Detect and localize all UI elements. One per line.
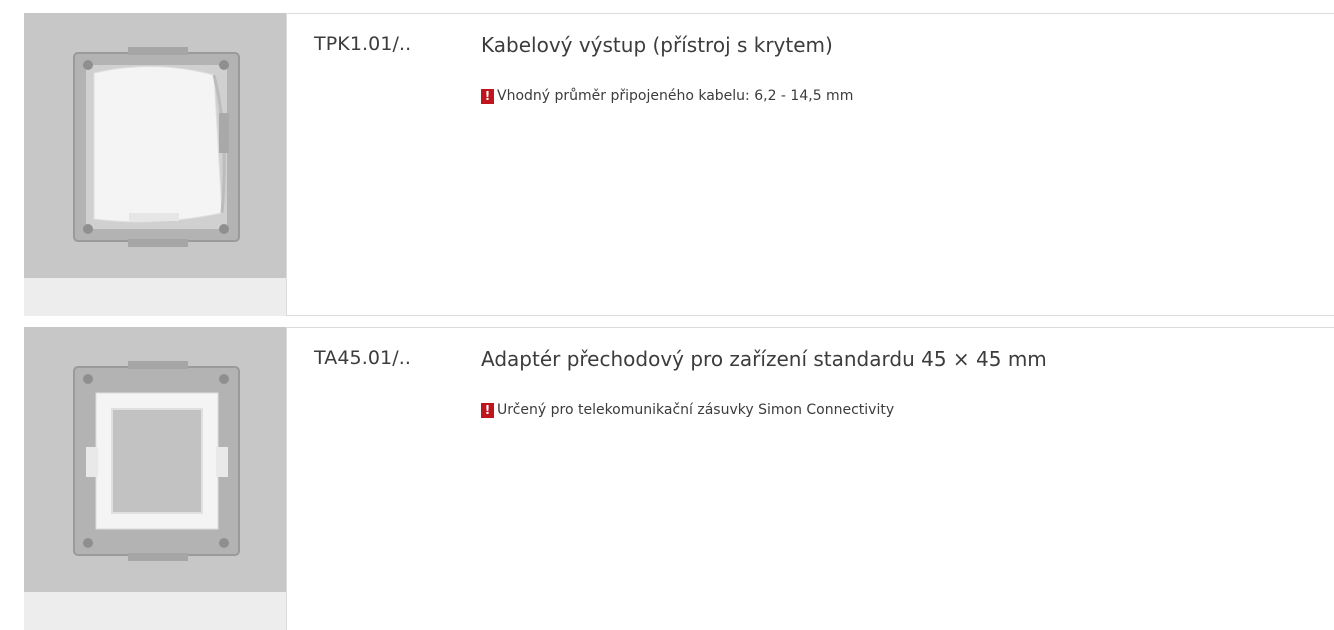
product-code: TPK1.01/..: [314, 33, 412, 55]
product-thumbnail[interactable]: [24, 13, 287, 316]
product-code: TA45.01/..: [314, 347, 412, 369]
warning-icon: !: [481, 402, 494, 418]
product-title[interactable]: Adaptér přechodový pro zařízení standard…: [481, 347, 1047, 371]
divider: [286, 315, 1334, 316]
divider: [286, 13, 287, 316]
divider: [286, 327, 1334, 328]
product-row: TA45.01/.. Adaptér přechodový pro zaříze…: [24, 327, 1334, 630]
product-note: ! Vhodný průměr připojeného kabelu: 6,2 …: [481, 88, 853, 104]
divider: [286, 13, 1334, 14]
product-image-cable-outlet: [24, 13, 286, 278]
product-title[interactable]: Kabelový výstup (přístroj s krytem): [481, 33, 833, 57]
warning-icon: !: [481, 88, 494, 104]
product-note: ! Určený pro telekomunikační zásuvky Sim…: [481, 402, 894, 418]
product-thumbnail[interactable]: [24, 327, 287, 630]
product-image-adapter: [24, 327, 286, 592]
divider: [286, 327, 287, 630]
note-text: Určený pro telekomunikační zásuvky Simon…: [497, 402, 895, 418]
note-text: Vhodný průměr připojeného kabelu: 6,2 - …: [497, 88, 854, 104]
product-row: TPK1.01/.. Kabelový výstup (přístroj s k…: [24, 13, 1334, 316]
